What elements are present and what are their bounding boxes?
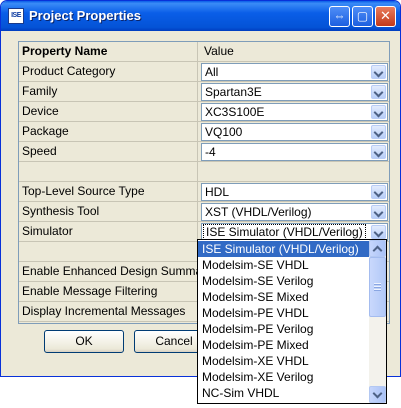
- property-value-combobox[interactable]: XST (VHDL/Verilog): [201, 203, 388, 221]
- property-name: Product Category: [19, 62, 198, 82]
- value-header: Value: [204, 44, 234, 58]
- combobox-value: VQ100: [205, 125, 243, 139]
- property-value-combobox[interactable]: HDL: [201, 183, 388, 201]
- combobox-value: -4: [205, 145, 216, 159]
- dropdown-option[interactable]: Modelsim-XE VHDL: [198, 353, 369, 369]
- property-value-combobox[interactable]: All: [201, 63, 388, 81]
- dropdown-option[interactable]: Modelsim-PE VHDL: [198, 305, 369, 321]
- property-name: Synthesis Tool: [19, 202, 198, 222]
- property-row[interactable]: Family Spartan3E: [19, 82, 389, 102]
- property-name-header: Property Name: [19, 42, 198, 62]
- property-name: [19, 242, 198, 262]
- window-title: Project Properties: [29, 8, 141, 23]
- chevron-down-icon[interactable]: [371, 105, 386, 119]
- dropdown-option[interactable]: Modelsim-PE Verilog: [198, 321, 369, 337]
- maximize-icon: ▢: [356, 9, 369, 23]
- property-row[interactable]: Speed -4: [19, 142, 389, 162]
- property-value-cell: XC3S100E: [199, 102, 389, 122]
- property-name: Enable Enhanced Design Summary: [19, 262, 198, 282]
- property-row[interactable]: Device XC3S100E: [19, 102, 389, 122]
- property-name: Top-Level Source Type: [19, 182, 198, 202]
- dropdown-option[interactable]: Modelsim-SE Mixed: [198, 289, 369, 305]
- dropdown-option[interactable]: NC-Sim VHDL: [198, 385, 369, 401]
- dropdown-option[interactable]: Modelsim-PE Mixed: [198, 337, 369, 353]
- ise-app-icon: ISE: [8, 8, 24, 24]
- property-row[interactable]: Top-Level Source Type HDL: [19, 182, 389, 202]
- property-row[interactable]: Product Category All: [19, 62, 389, 82]
- property-value-cell: HDL: [199, 182, 389, 202]
- property-value-cell: -4: [199, 142, 389, 162]
- dropdown-option[interactable]: Modelsim-SE VHDL: [198, 257, 369, 273]
- combobox-value: ISE Simulator (VHDL/Verilog): [203, 224, 366, 240]
- chevron-down-icon[interactable]: [371, 185, 386, 199]
- arrows-icon: ⇔: [333, 9, 346, 23]
- title-bar[interactable]: ISE Project Properties ⇔ ▢ ✕: [1, 1, 400, 31]
- property-value-cell: All: [199, 62, 389, 82]
- property-value-combobox[interactable]: XC3S100E: [201, 103, 388, 121]
- property-name: Package: [19, 122, 198, 142]
- property-name: Enable Message Filtering: [19, 282, 198, 302]
- maximize-button[interactable]: ▢: [352, 6, 373, 27]
- property-name: Family: [19, 82, 198, 102]
- chevron-down-icon[interactable]: [371, 225, 386, 239]
- chevron-down-icon[interactable]: [371, 85, 386, 99]
- property-name: Device: [19, 102, 198, 122]
- scroll-up-arrow-icon[interactable]: [369, 240, 386, 257]
- grip-line: [374, 283, 381, 284]
- property-value-cell: VQ100: [199, 122, 389, 142]
- scroll-down-arrow-icon[interactable]: [369, 386, 386, 403]
- property-value-combobox[interactable]: -4: [201, 143, 388, 161]
- help-restore-button[interactable]: ⇔: [329, 6, 350, 27]
- grip-line: [374, 289, 381, 290]
- simulator-dropdown-list[interactable]: ISE Simulator (VHDL/Verilog) Modelsim-SE …: [197, 239, 387, 404]
- grid-separator-row: [19, 162, 389, 182]
- ok-button[interactable]: OK: [44, 330, 124, 353]
- grid-header: Property Name Value: [19, 42, 389, 62]
- property-row[interactable]: Package VQ100: [19, 122, 389, 142]
- chevron-down-icon[interactable]: [371, 65, 386, 79]
- property-name: Display Incremental Messages: [19, 302, 198, 322]
- combobox-value: All: [205, 65, 219, 79]
- dropdown-option[interactable]: Modelsim-XE Verilog: [198, 369, 369, 385]
- property-value-combobox[interactable]: VQ100: [201, 123, 388, 141]
- dropdown-option[interactable]: Modelsim-SE Verilog: [198, 273, 369, 289]
- combobox-value: Spartan3E: [205, 85, 262, 99]
- grip-line: [374, 286, 381, 287]
- close-icon: ✕: [380, 8, 391, 23]
- chevron-down-icon[interactable]: [371, 205, 386, 219]
- property-name: Speed: [19, 142, 198, 162]
- property-row[interactable]: Synthesis Tool XST (VHDL/Verilog): [19, 202, 389, 222]
- dropdown-scrollbar[interactable]: [369, 240, 386, 403]
- property-value-cell: [199, 162, 389, 182]
- close-button[interactable]: ✕: [375, 6, 396, 27]
- chevron-down-icon[interactable]: [371, 125, 386, 139]
- combobox-value: XST (VHDL/Verilog): [205, 205, 312, 219]
- property-name: [19, 162, 198, 182]
- scroll-thumb[interactable]: [369, 257, 386, 317]
- property-value-combobox[interactable]: Spartan3E: [201, 83, 388, 101]
- chevron-down-icon[interactable]: [371, 145, 386, 159]
- combobox-value: XC3S100E: [205, 105, 265, 119]
- combobox-value: HDL: [205, 185, 230, 199]
- property-name: Simulator: [19, 222, 198, 242]
- property-value-cell: Spartan3E: [199, 82, 389, 102]
- property-value-cell: XST (VHDL/Verilog): [199, 202, 389, 222]
- dropdown-option[interactable]: ISE Simulator (VHDL/Verilog): [198, 241, 369, 257]
